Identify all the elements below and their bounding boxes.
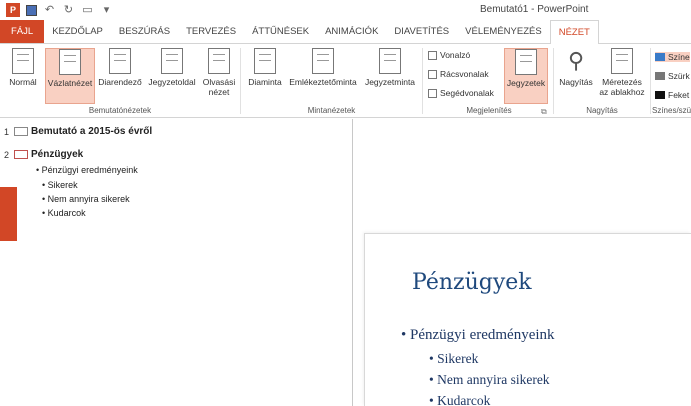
outline-slide-2[interactable]: 2 Pénzügyek — [4, 149, 83, 160]
notes-page-icon — [161, 48, 183, 74]
slide-preview[interactable]: Pénzügyek • Pénzügyi eredményeink • Sike… — [364, 233, 691, 406]
zoom-button[interactable]: ⚲ Nagyítás — [556, 48, 596, 104]
tab-home[interactable]: KEZDŐLAP — [44, 20, 111, 43]
start-slideshow-icon[interactable]: ▭ — [81, 4, 94, 17]
slide-master-button[interactable]: Diaminta — [243, 48, 287, 104]
black-white-swatch-icon — [655, 91, 665, 99]
tab-transitions[interactable]: ÁTTŰNÉSEK — [244, 20, 317, 43]
powerpoint-logo-icon: P — [6, 3, 20, 17]
slide-thumbnail-icon — [14, 150, 28, 159]
notes-button[interactable]: Jegyzetek — [504, 48, 548, 104]
tab-view[interactable]: NÉZET — [549, 20, 599, 45]
notes-master-icon — [379, 48, 401, 74]
slide-thumbnail-icon — [14, 127, 28, 136]
ribbon-separator — [422, 48, 423, 114]
ribbon: Normál Vázlatnézet Diarendező Jegyzetold… — [0, 44, 691, 118]
notes-icon — [515, 49, 537, 75]
outline-bullet-level2[interactable]: • Nem annyira sikerek — [42, 194, 130, 204]
slide-bullet-level2[interactable]: • Sikerek — [429, 351, 478, 367]
handout-master-button[interactable]: Emlékeztetőminta — [287, 48, 359, 104]
tab-design[interactable]: TERVEZÉS — [178, 20, 244, 43]
slide-sorter-button[interactable]: Diarendező — [96, 48, 144, 104]
checkbox-icon — [428, 50, 437, 60]
tab-insert[interactable]: BESZÚRÁS — [111, 20, 178, 43]
gridlines-checkbox[interactable]: Rácsvonalak — [428, 69, 489, 79]
ribbon-separator — [650, 48, 651, 114]
magnifier-icon: ⚲ — [567, 48, 585, 73]
outline-view-icon — [59, 49, 81, 75]
undo-icon[interactable]: ↶ — [43, 4, 56, 17]
outline-bullet-level1[interactable]: • Pénzügyi eredményeink — [36, 165, 138, 175]
ruler-checkbox[interactable]: Vonalzó — [428, 50, 470, 60]
black-white-mode-button[interactable]: Feket — [655, 90, 689, 100]
ribbon-tabs: FÁJL KEZDŐLAP BESZÚRÁS TERVEZÉS ÁTTŰNÉSE… — [0, 20, 691, 45]
slide-bullet-level2[interactable]: • Nem annyira sikerek — [429, 372, 550, 388]
tab-slideshow[interactable]: DIAVETÍTÉS — [386, 20, 457, 43]
reading-view-icon — [208, 48, 230, 74]
tab-review[interactable]: VÉLEMÉNYEZÉS — [457, 20, 550, 43]
group-label-master-views: Mintanézetek — [307, 106, 356, 115]
color-swatch-icon — [655, 53, 665, 61]
outline-bullet-level2[interactable]: • Kudarcok — [42, 208, 86, 218]
group-label-show: Megjelenítés — [466, 106, 512, 115]
ribbon-separator — [553, 48, 554, 114]
accent-bar — [0, 187, 17, 241]
checkbox-icon — [428, 88, 437, 98]
group-label-presentation-views: Bemutatónézetek — [88, 106, 152, 115]
customize-toolbar-icon[interactable]: ▾ — [100, 4, 113, 17]
fit-to-window-icon — [611, 48, 633, 74]
checkbox-icon — [428, 69, 437, 79]
fit-to-window-button[interactable]: Méretezés az ablakhoz — [596, 48, 648, 104]
slide-bullet-level2[interactable]: • Kudarcok — [429, 393, 490, 406]
document-title: Bemutató1 - PowerPoint — [480, 4, 589, 15]
save-icon[interactable] — [26, 4, 37, 16]
notes-master-button[interactable]: Jegyzetminta — [360, 48, 420, 104]
handout-master-icon — [312, 48, 334, 74]
slide-sorter-icon — [109, 48, 131, 74]
slide-title[interactable]: Pénzügyek — [412, 270, 532, 295]
normal-view-button[interactable]: Normál — [2, 48, 44, 104]
slide-master-icon — [254, 48, 276, 74]
outline-slide-1[interactable]: 1 Bemutató a 2015-ös évről — [4, 126, 152, 137]
outline-pane[interactable]: 1 Bemutató a 2015-ös évről 2 Pénzügyek •… — [0, 119, 353, 406]
normal-view-icon — [12, 48, 34, 74]
color-mode-button[interactable]: Színe — [655, 52, 690, 62]
redo-icon[interactable]: ↻ — [62, 4, 75, 17]
title-bar: P ↶ ↻ ▭ ▾ Bemutató1 - PowerPoint — [0, 0, 691, 20]
quick-access-toolbar: P ↶ ↻ ▭ ▾ — [6, 3, 113, 17]
group-label-color: Színes/szü — [652, 106, 691, 115]
group-label-zoom: Nagyítás — [586, 106, 618, 115]
reading-view-button[interactable]: Olvasási nézet — [200, 48, 238, 104]
notes-page-button[interactable]: Jegyzetoldal — [145, 48, 199, 104]
dialog-launcher-icon[interactable]: ⧉ — [541, 107, 547, 117]
tab-animations[interactable]: ANIMÁCIÓK — [317, 20, 386, 43]
slide-bullet-level1[interactable]: • Pénzügyi eredményeink — [401, 327, 555, 344]
outline-view-button[interactable]: Vázlatnézet — [45, 48, 95, 104]
grayscale-mode-button[interactable]: Szürk — [655, 71, 690, 81]
guides-checkbox[interactable]: Segédvonalak — [428, 88, 494, 98]
tab-file[interactable]: FÁJL — [0, 20, 45, 43]
ribbon-separator — [240, 48, 241, 114]
grayscale-swatch-icon — [655, 72, 665, 80]
outline-bullet-level2[interactable]: • Sikerek — [42, 180, 78, 190]
